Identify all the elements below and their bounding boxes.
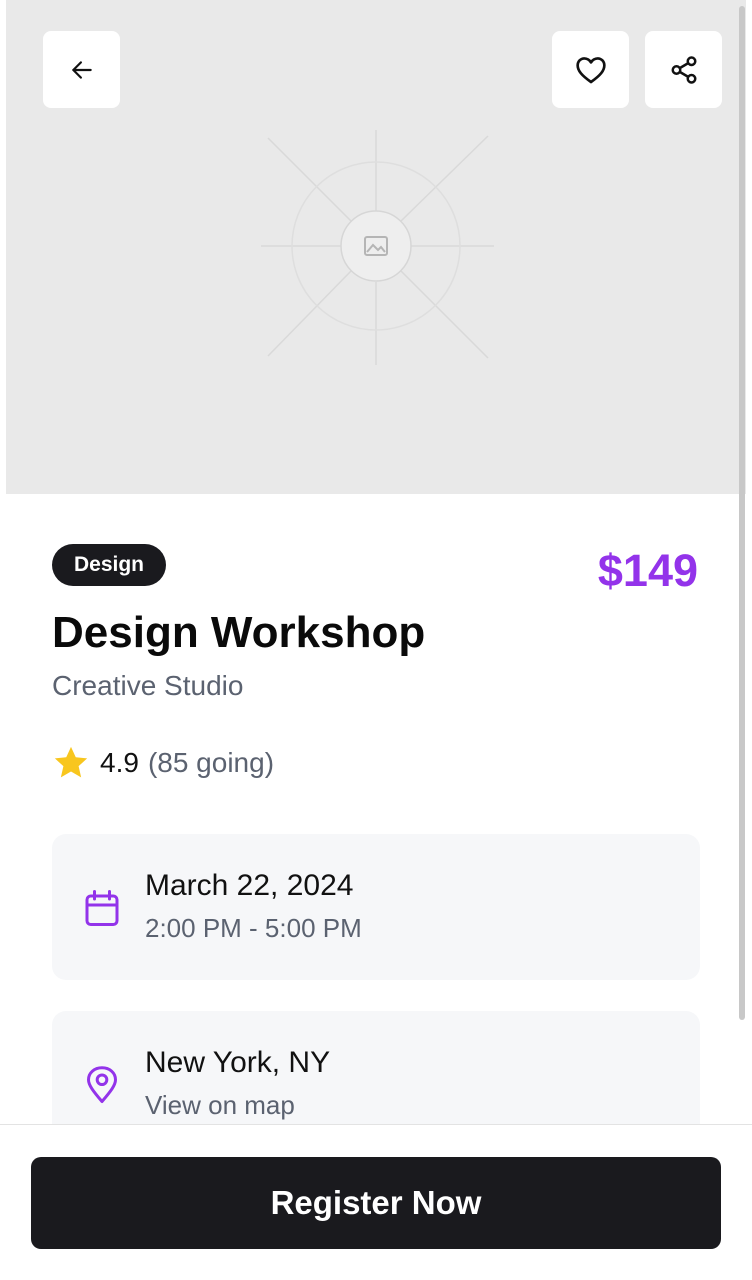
event-details: Design $149 Design Workshop Creative Stu… <box>0 494 746 1171</box>
register-button[interactable]: Register Now <box>31 1157 721 1249</box>
heart-icon <box>575 56 606 83</box>
attendance-count: (85 going) <box>147 747 275 778</box>
date-time-card: March 22, 2024 2:00 PM - 5:00 PM <box>52 834 700 980</box>
rating-row: 4.9 (85 going) <box>52 744 274 782</box>
event-title: Design Workshop <box>52 608 426 657</box>
event-date: March 22, 2024 <box>145 869 354 902</box>
share-button[interactable] <box>645 31 722 108</box>
bottom-action-bar: Register Now <box>0 1124 752 1280</box>
calendar-icon <box>85 890 119 926</box>
favorite-button[interactable] <box>552 31 629 108</box>
back-button[interactable] <box>43 31 120 108</box>
view-on-map-link[interactable]: View on map <box>145 1089 295 1121</box>
event-location: New York, NY <box>145 1046 331 1079</box>
map-pin-icon <box>87 1066 117 1103</box>
star-icon <box>54 746 88 778</box>
arrow-left-icon <box>71 60 92 79</box>
share-icon <box>671 55 696 84</box>
category-badge: Design <box>52 544 167 586</box>
event-price: $149 <box>597 545 698 596</box>
event-time: 2:00 PM - 5:00 PM <box>145 913 362 943</box>
event-hero-image <box>6 0 746 494</box>
organizer-name: Creative Studio <box>52 670 244 701</box>
rating-score: 4.9 <box>100 747 139 778</box>
scrollbar[interactable] <box>739 6 745 1020</box>
